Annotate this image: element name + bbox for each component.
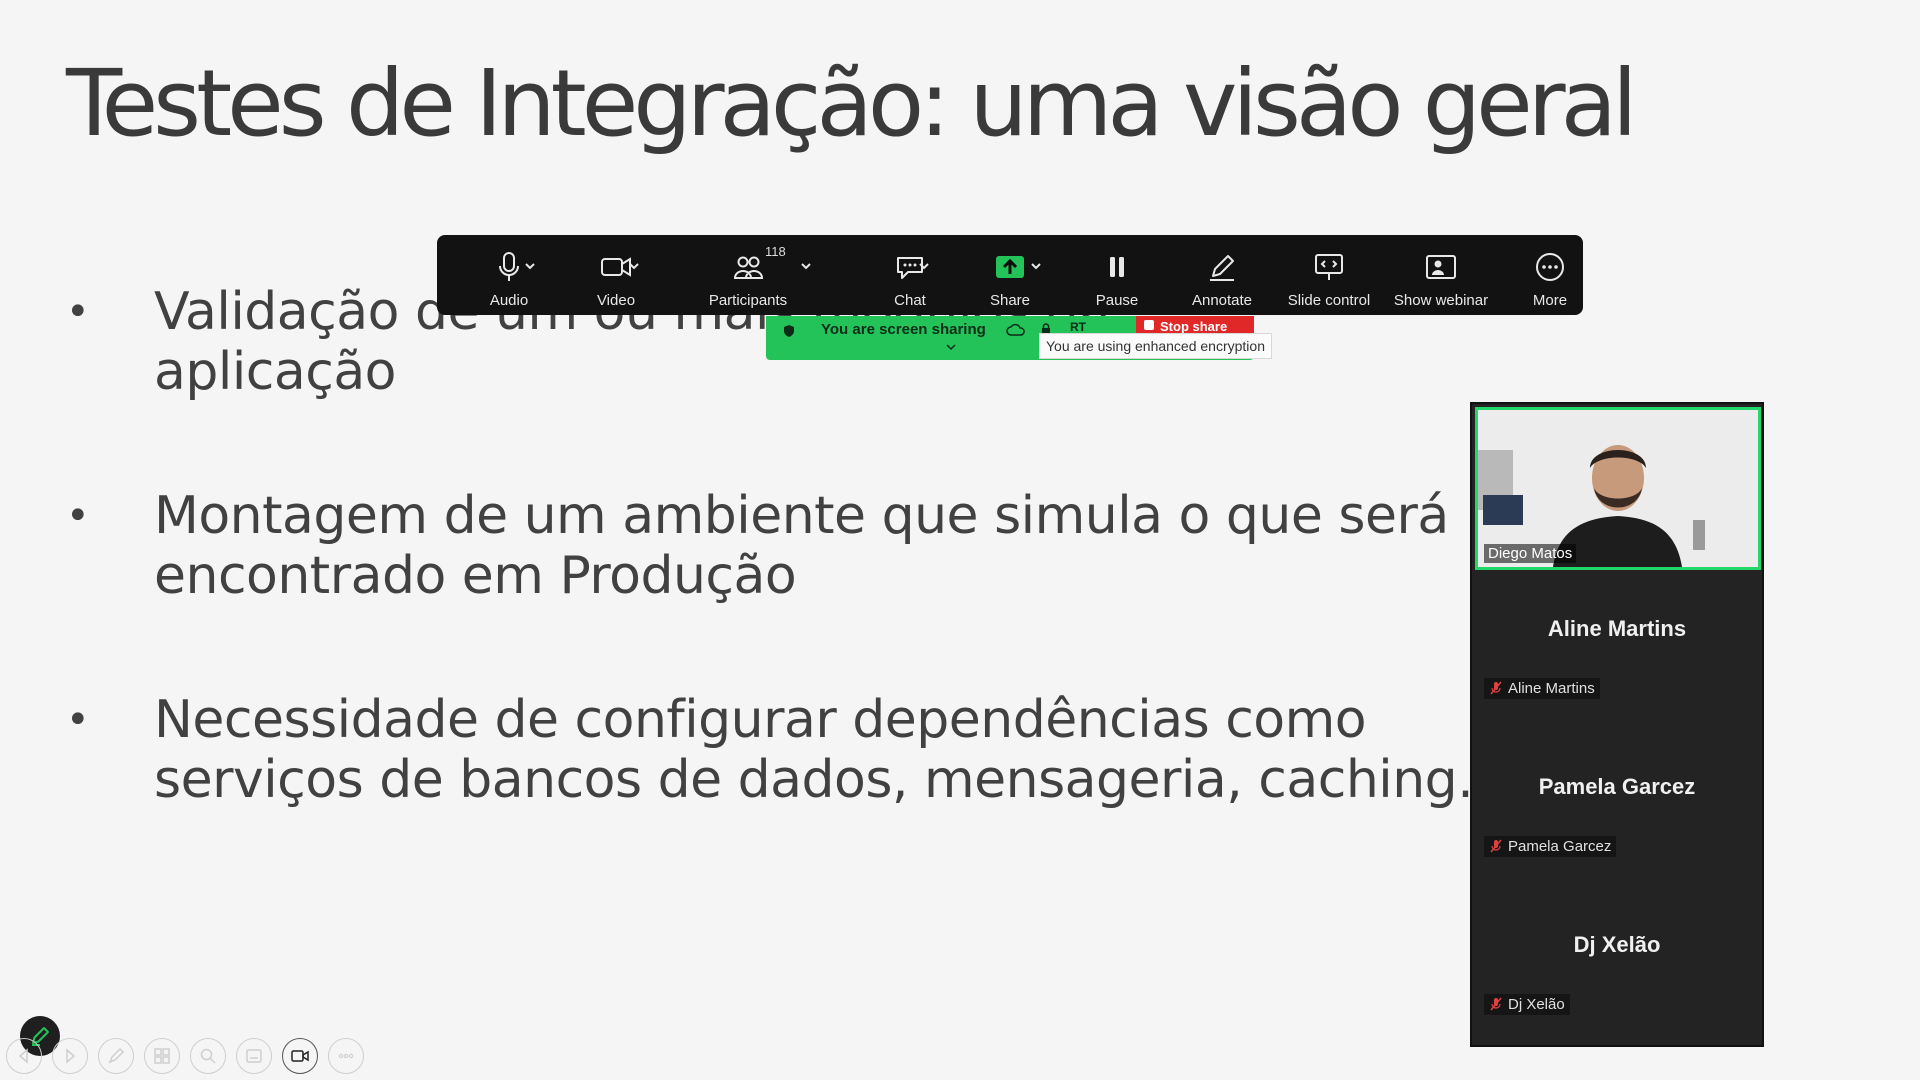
bullet-line-2: serviços de bancos de dados, mensageria,…: [154, 750, 1506, 810]
previous-slide-button[interactable]: [6, 1038, 42, 1074]
encryption-tooltip: You are using enhanced encryption: [1039, 333, 1272, 359]
stop-share-label: Stop share: [1160, 319, 1228, 334]
camera-icon: [291, 1050, 309, 1062]
participants-count: 118: [765, 244, 786, 259]
chat-label: Chat: [894, 292, 926, 309]
more-label: More: [1532, 292, 1568, 309]
participant-label-text: Dj Xelão: [1508, 996, 1565, 1013]
muted-microphone-icon: [1490, 997, 1502, 1011]
screen-sharing-status: You are screen sharing: [821, 321, 986, 338]
video-label: Video: [596, 292, 636, 309]
chevron-down-icon[interactable]: [945, 342, 957, 352]
slide-control-button[interactable]: Slide control: [1273, 235, 1385, 315]
stop-icon: [1144, 320, 1154, 330]
arrow-left-icon: [18, 1048, 28, 1064]
participant-display-name: Pamela Garcez: [1538, 774, 1696, 799]
see-all-slides-button[interactable]: [144, 1038, 180, 1074]
bullet-dot: •: [66, 697, 90, 743]
chat-button[interactable]: Chat: [857, 235, 963, 315]
participant-tile[interactable]: Aline Martins Aline Martins: [1472, 566, 1762, 724]
participant-display-name: Aline Martins: [1547, 616, 1687, 641]
participant-tile[interactable]: Dj Xelão Dj Xelão: [1472, 882, 1762, 1040]
muted-microphone-icon: [1490, 681, 1502, 695]
pause-icon: [1110, 257, 1124, 277]
participant-label-text: Aline Martins: [1508, 680, 1595, 697]
bullet-line-2: encontrado em Produção: [154, 546, 797, 606]
muted-microphone-icon: [1490, 839, 1502, 853]
next-slide-button[interactable]: [52, 1038, 88, 1074]
grid-icon: [154, 1048, 170, 1064]
subtitles-button[interactable]: [236, 1038, 272, 1074]
slide-control-label: Slide control: [1287, 292, 1371, 309]
chevron-down-icon[interactable]: [627, 259, 641, 273]
participant-label: Aline Martins: [1484, 678, 1600, 699]
audio-label: Audio: [489, 292, 529, 309]
shield-icon: [784, 325, 794, 337]
chevron-down-icon[interactable]: [523, 259, 537, 273]
annotate-label: Annotate: [1191, 292, 1253, 309]
participant-label: Pamela Garcez: [1484, 836, 1617, 857]
bullet-line-2: aplicação: [154, 342, 397, 402]
meeting-toolbar: Audio Video Participants Chat Share Paus…: [437, 235, 1583, 315]
zoom-slide-button[interactable]: [190, 1038, 226, 1074]
share-button[interactable]: Share: [957, 235, 1063, 315]
participants-button[interactable]: Participants: [693, 235, 803, 315]
chevron-down-icon[interactable]: [917, 259, 931, 273]
show-webinar-label: Show webinar: [1393, 292, 1489, 309]
share-screen-icon: [996, 256, 1024, 278]
participants-icon: [733, 256, 764, 279]
pen-tool-button[interactable]: [98, 1038, 134, 1074]
microphone-icon: [499, 252, 519, 281]
subtitles-icon: [246, 1049, 262, 1063]
participant-label: Dj Xelão: [1484, 994, 1570, 1015]
share-label: Share: [989, 292, 1031, 309]
magnifier-icon: [200, 1048, 216, 1064]
bullet-dot: •: [66, 493, 90, 539]
show-webinar-button[interactable]: Show webinar: [1383, 235, 1499, 315]
pencil-icon: [1210, 255, 1234, 281]
camera-toggle-button[interactable]: [282, 1038, 318, 1074]
webinar-icon: [1426, 255, 1456, 279]
ellipsis-icon: [338, 1053, 354, 1059]
video-button[interactable]: Video: [563, 235, 669, 315]
active-speaker-video[interactable]: Diego Matos: [1475, 407, 1761, 570]
bullet-dot: •: [66, 289, 90, 335]
more-options-button[interactable]: [328, 1038, 364, 1074]
participant-tile[interactable]: Pamela Garcez Pamela Garcez: [1472, 724, 1762, 882]
pen-icon: [108, 1047, 125, 1064]
pause-share-button[interactable]: Pause: [1065, 235, 1169, 315]
arrow-right-icon: [66, 1048, 76, 1064]
slide-control-icon: [1315, 254, 1343, 280]
cloud-icon: [1006, 323, 1025, 336]
more-icon: [1536, 253, 1564, 281]
participant-display-name: Dj Xelão: [1573, 932, 1661, 957]
audio-button[interactable]: Audio: [457, 235, 561, 315]
annotate-button[interactable]: Annotate: [1169, 235, 1275, 315]
chevron-down-icon[interactable]: [799, 259, 813, 273]
rt-indicator: RT: [1070, 320, 1086, 334]
bullet-line-1: Necessidade de configurar dependências c…: [154, 690, 1367, 750]
more-button[interactable]: More: [1497, 235, 1603, 315]
speaker-name: Diego Matos: [1484, 544, 1577, 563]
chevron-down-icon[interactable]: [1029, 259, 1043, 273]
slide-title: Testes de Integração: uma visão geral: [66, 50, 1638, 157]
participant-label-text: Pamela Garcez: [1508, 838, 1612, 855]
pause-label: Pause: [1095, 292, 1139, 309]
participants-video-panel: Diego Matos Aline Martins Aline Martins …: [1470, 402, 1764, 1047]
participants-label: Participants: [708, 292, 788, 309]
bullet-line-1: Montagem de um ambiente que simula o que…: [154, 486, 1449, 546]
